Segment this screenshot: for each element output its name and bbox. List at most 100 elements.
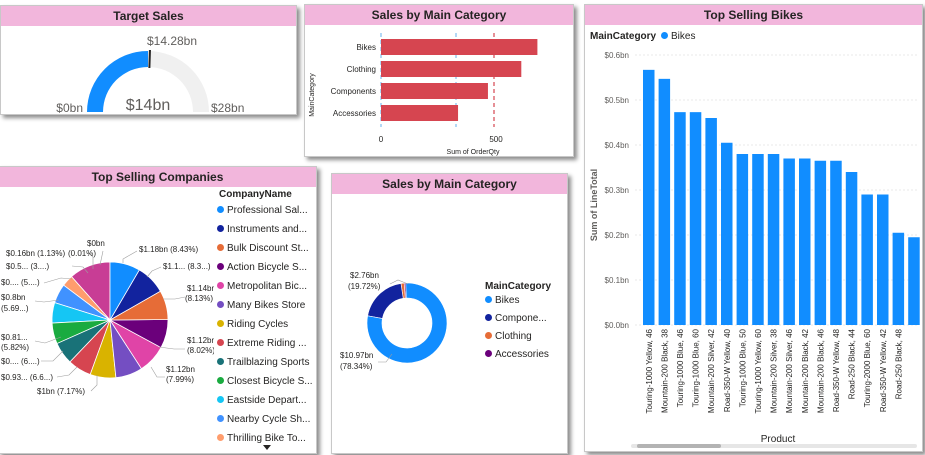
- top-selling-bikes-panel[interactable]: Top Selling Bikes MainCategory Bikes Sum…: [584, 4, 923, 452]
- bar: [721, 142, 733, 325]
- legend-item[interactable]: Action Bicycle S...: [217, 262, 307, 273]
- gauge-min-label: $0bn: [56, 101, 83, 115]
- category-bar-chart[interactable]: MainCategory 0 500 Sum of OrderQty Bikes…: [305, 25, 575, 158]
- legend-label: Professional Sal...: [227, 205, 308, 216]
- legend-label: Compone...: [495, 313, 547, 324]
- panel-title: Sales by Main Category: [332, 174, 567, 194]
- legend-item[interactable]: Professional Sal...: [217, 205, 308, 216]
- target-sales-panel[interactable]: Target Sales $14bn $0bn $28bn $14.28bn: [0, 5, 297, 115]
- x-tick-label: Touring-1000 Yellow, 60: [754, 328, 763, 413]
- pie-label: $0.16bn (1.13%): [6, 249, 65, 258]
- x-tick-label: Touring-1000 Blue, 50: [738, 328, 747, 407]
- legend-dot: [217, 396, 224, 403]
- panel-title: Top Selling Companies: [0, 167, 316, 187]
- legend-dot: [217, 206, 224, 213]
- x-tick-label: Mountain-200 Silver, 46: [785, 328, 794, 413]
- legend-label: Many Bikes Store: [227, 300, 306, 311]
- legend-item[interactable]: Trailblazing Sports: [217, 357, 309, 368]
- x-axis-title: Product: [761, 434, 796, 445]
- gauge-max-label: $28bn: [211, 101, 244, 115]
- legend-item[interactable]: Bikes: [485, 295, 519, 306]
- legend-item[interactable]: Extreme Riding ...: [217, 338, 306, 349]
- legend-item[interactable]: Accessories: [485, 349, 549, 360]
- pie-label: (8.02%): [187, 346, 214, 355]
- bar: [752, 154, 764, 325]
- x-tick-500: 500: [489, 135, 503, 144]
- legend-title: CompanyName: [219, 189, 292, 200]
- y-tick-label: $0.6bn: [605, 51, 629, 60]
- bar: [767, 154, 780, 325]
- category-label: Clothing: [347, 65, 376, 74]
- companies-pie-chart[interactable]: $0bn $0.16bn (1.13%) (0.01%) $1.18bn (8.…: [0, 187, 214, 455]
- pie-label: $1.12bn: [187, 336, 214, 345]
- legend-item[interactable]: Clothing: [485, 331, 532, 342]
- legend-label: Thrilling Bike To...: [227, 433, 306, 444]
- x-tick-label: Mountain-200 Silver, 42: [707, 328, 716, 413]
- legend-item[interactable]: Many Bikes Store: [217, 300, 305, 311]
- donut-label: $10.97bn: [340, 351, 373, 360]
- gauge-value-label: $14bn: [126, 97, 171, 114]
- bar: [658, 78, 671, 325]
- legend-dot: [217, 434, 224, 441]
- bar: [814, 160, 827, 325]
- y-tick-label: $0.1bn: [605, 276, 629, 285]
- legend-label: Trailblazing Sports: [227, 357, 310, 368]
- legend-label: Extreme Riding ...: [227, 338, 307, 349]
- legend-item[interactable]: Compone...: [485, 313, 547, 324]
- category-donut-chart[interactable]: $2.76bn (19.72%) $10.97bn (78.34%): [332, 194, 482, 394]
- legend-item[interactable]: Thrilling Bike To...: [217, 433, 306, 444]
- y-tick-label: $0.3bn: [605, 186, 629, 195]
- pie-label: $0.93... (6.6...): [1, 373, 53, 382]
- y-tick-label: $0.4bn: [605, 141, 629, 150]
- pie-label: (0.01%): [68, 249, 96, 258]
- bar: [877, 194, 889, 325]
- legend-label: Instruments and...: [227, 224, 308, 235]
- bar: [845, 172, 858, 325]
- y-axis-title: Sum of LineTotal: [589, 169, 599, 241]
- legend-scroll-down-icon[interactable]: [263, 445, 271, 450]
- sales-by-category-bar-panel[interactable]: Sales by Main Category MainCategory 0 50…: [304, 4, 574, 157]
- x-tick-label: Road-350-W Yellow, 42: [879, 328, 888, 412]
- pie-label: $1.1... (8.3...): [163, 262, 211, 271]
- pie-label: (5.82%): [1, 343, 29, 352]
- legend-item[interactable]: Instruments and...: [217, 224, 307, 235]
- legend-item[interactable]: Eastside Depart...: [217, 395, 306, 406]
- x-tick-label: Road-250 Black, 48: [894, 328, 903, 399]
- legend-item[interactable]: Closest Bicycle S...: [217, 376, 313, 387]
- x-tick-label: Touring-1000 Blue, 60: [692, 328, 701, 407]
- panel-title: Sales by Main Category: [305, 5, 573, 25]
- bikes-bar-chart[interactable]: Sum of LineTotal Product $0.0bn $0.1bn $0.…: [585, 25, 924, 453]
- pie-label: $1bn (7.17%): [37, 387, 85, 396]
- legend-title: MainCategory: [485, 281, 552, 292]
- pie-label: $1.14bn: [187, 284, 214, 293]
- pie-label: $0.... (5....): [1, 278, 40, 287]
- legend-label: Accessories: [495, 349, 549, 360]
- legend-label: Nearby Cycle Sh...: [227, 414, 311, 425]
- gauge-chart[interactable]: $14bn $0bn $28bn $14.28bn: [1, 26, 298, 116]
- legend-item[interactable]: Bulk Discount St...: [217, 243, 309, 254]
- bar: [799, 158, 811, 325]
- y-tick-label: $0.5bn: [605, 96, 629, 105]
- bar-clothing: [381, 61, 522, 77]
- legend-item[interactable]: Riding Cycles: [217, 319, 288, 330]
- legend-dot: [217, 263, 224, 270]
- bar: [830, 160, 842, 325]
- legend-item[interactable]: Metropolitan Bic...: [217, 281, 307, 292]
- donut-label: $2.76bn: [350, 271, 379, 280]
- donut-label: (78.34%): [340, 362, 373, 371]
- bar-accessories: [381, 105, 459, 121]
- gauge-target-marker: [148, 49, 151, 69]
- x-scrollbar-thumb[interactable]: [637, 444, 721, 448]
- legend-dot: [217, 320, 224, 327]
- x-tick-label: Mountain-200 Silver, 38: [770, 328, 779, 413]
- sales-by-category-donut-panel[interactable]: Sales by Main Category $2.76bn (19.72%) …: [331, 173, 568, 454]
- legend-dot: [217, 339, 224, 346]
- legend-item[interactable]: Nearby Cycle Sh...: [217, 414, 310, 425]
- x-tick-label: Touring-1000 Blue, 46: [676, 328, 685, 407]
- x-tick-label: Mountain-200 Black, 42: [801, 328, 810, 413]
- pie-label: (8.13%): [185, 294, 213, 303]
- legend-dot: [485, 296, 492, 303]
- bar-bikes: [381, 39, 538, 55]
- top-selling-companies-panel[interactable]: Top Selling Companies $0bn $0.16bn (1.13…: [0, 166, 317, 454]
- pie-label: $0.81...: [1, 333, 28, 342]
